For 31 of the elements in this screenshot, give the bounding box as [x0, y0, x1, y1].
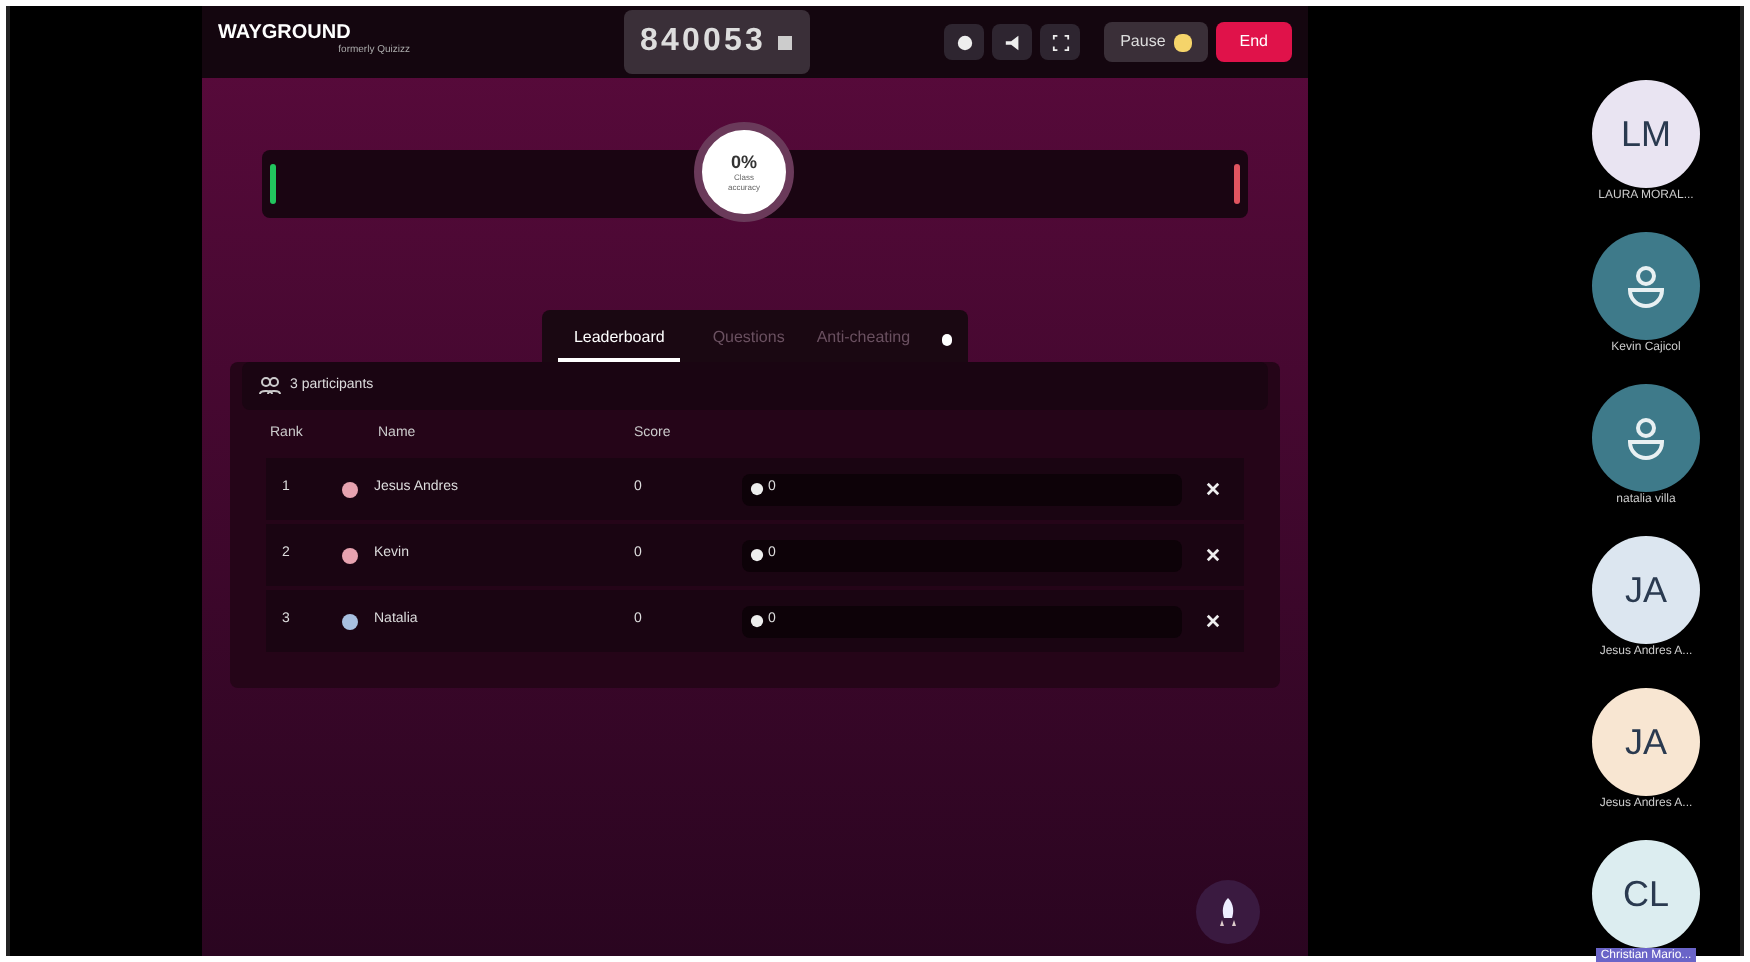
rocket-icon	[1216, 896, 1240, 928]
avatar-initials: CL	[1622, 871, 1669, 917]
person-icon	[1622, 414, 1670, 462]
sound-button[interactable]	[992, 24, 1033, 60]
speaker-icon	[1003, 33, 1022, 51]
join-code: 840053	[640, 22, 766, 62]
close-icon[interactable]	[1206, 614, 1220, 628]
avatar-initials: JA	[1624, 719, 1667, 765]
accuracy-value: 0%	[730, 153, 757, 171]
streak-icon	[750, 482, 764, 496]
tab[interactable]: Anti-cheating	[816, 326, 911, 362]
close-icon[interactable]	[1206, 482, 1220, 496]
fullscreen-button[interactable]	[1040, 24, 1081, 60]
tab[interactable]: Questions	[712, 326, 785, 362]
copy-icon[interactable]	[774, 32, 794, 52]
streak-icon	[750, 548, 764, 562]
avatar-initials: LM	[1620, 111, 1671, 157]
end-button[interactable]: End	[1215, 22, 1292, 62]
fullscreen-icon	[1051, 33, 1070, 51]
close-icon[interactable]	[1206, 548, 1220, 562]
avatar-initials: JA	[1624, 567, 1667, 613]
badge-icon	[942, 334, 953, 346]
palette-button[interactable]	[944, 24, 985, 60]
correct-marker	[270, 164, 276, 204]
pause-button[interactable]: Pause	[1104, 22, 1208, 62]
incorrect-marker	[1234, 164, 1240, 204]
person-icon	[1622, 262, 1670, 310]
logo: WAYGROUND	[218, 24, 351, 45]
streak-icon	[750, 614, 764, 628]
people-icon	[258, 376, 282, 396]
rocket-button[interactable]	[1196, 880, 1260, 944]
